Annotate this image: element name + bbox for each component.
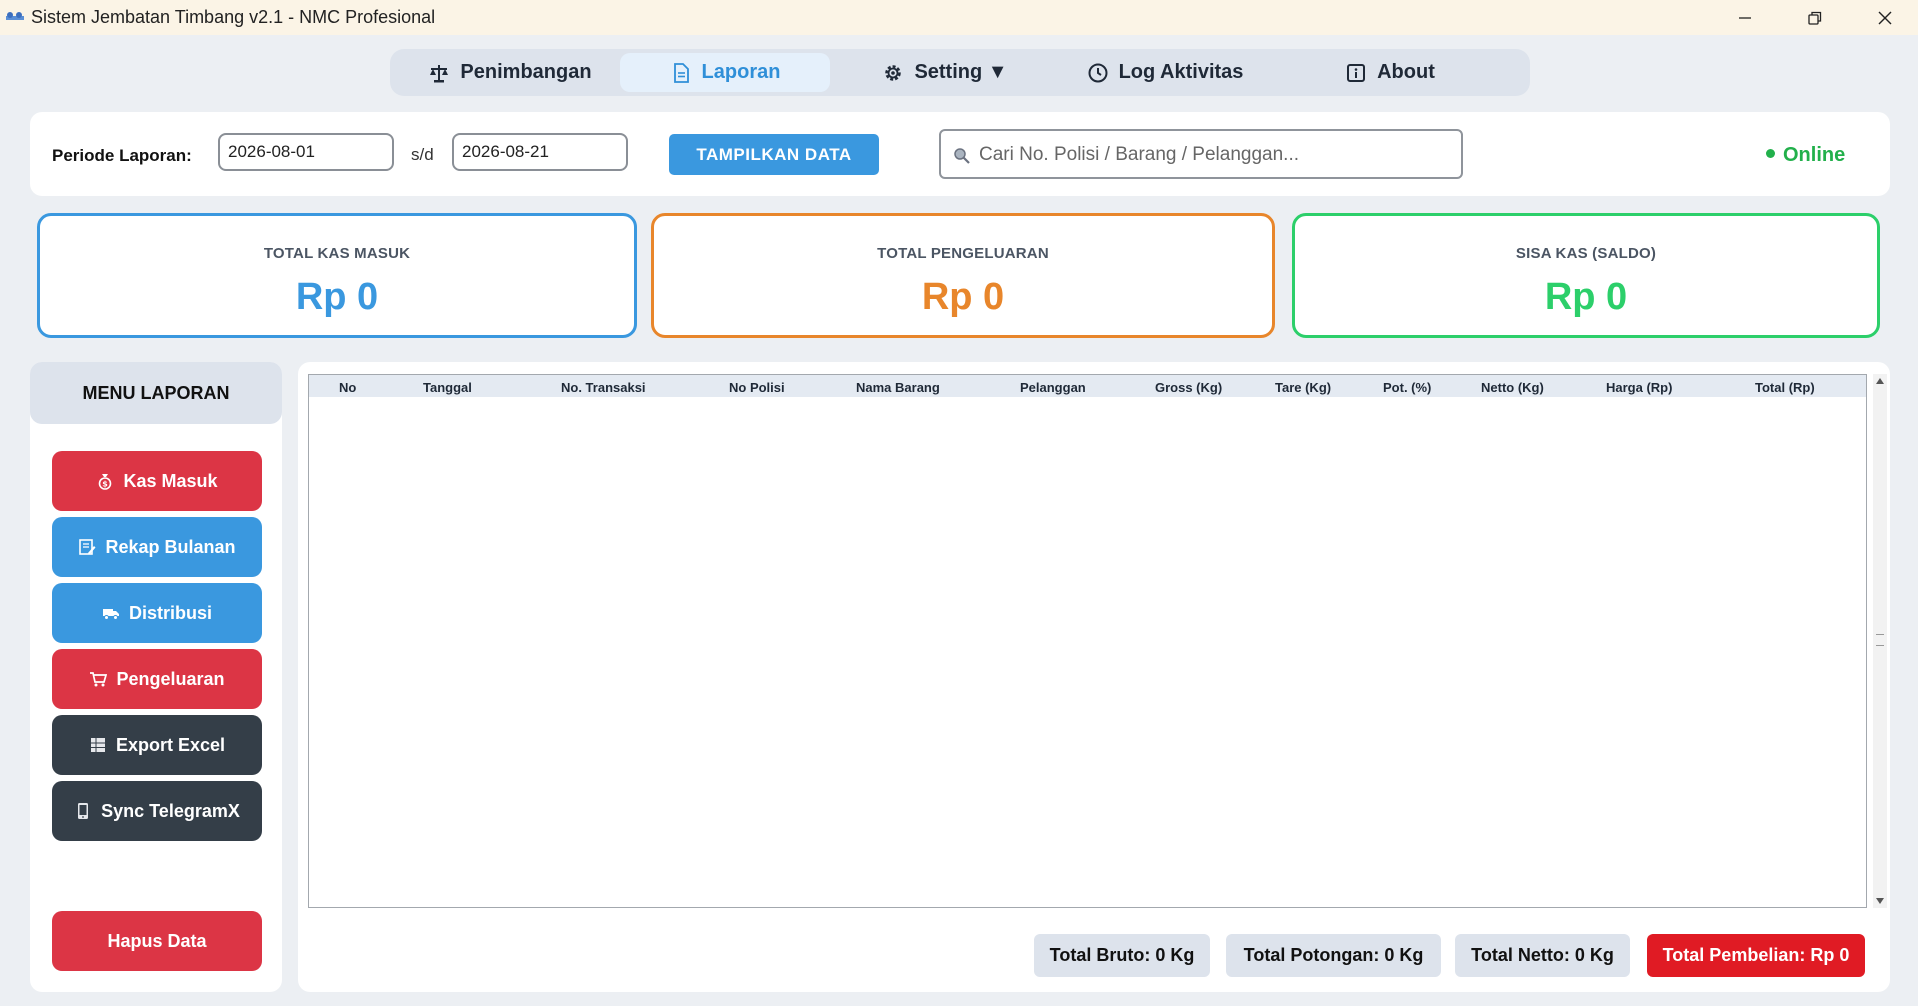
rekap-bulanan-button[interactable]: Rekap Bulanan — [52, 517, 262, 577]
card-total-kas-masuk: TOTAL KAS MASUK Rp 0 — [37, 213, 637, 338]
connection-status: Online — [1766, 144, 1845, 167]
scroll-grip-icon[interactable] — [1876, 634, 1884, 646]
show-data-button[interactable]: TAMPILKAN DATA — [669, 134, 879, 175]
restore-icon — [1808, 11, 1822, 25]
scroll-down-icon[interactable] — [1876, 898, 1884, 904]
total-netto: Total Netto: 0 Kg — [1455, 934, 1630, 977]
distribusi-button[interactable]: Distribusi — [52, 583, 262, 643]
card-value: Rp 0 — [921, 276, 1005, 318]
column-header-no-transaksi[interactable]: No. Transaksi — [561, 380, 646, 395]
tab-label: Laporan — [701, 61, 781, 83]
tab-log-aktivitas[interactable]: Log Aktivitas — [1060, 53, 1270, 92]
tab-setting[interactable]: Setting ▼ — [850, 53, 1040, 92]
export-excel-button[interactable]: Export Excel — [52, 715, 262, 775]
report-table[interactable]: No Tanggal No. Transaksi No Polisi Nama … — [308, 374, 1867, 908]
search-icon — [954, 148, 970, 164]
minimize-icon — [1739, 16, 1751, 19]
money-bag-icon: $ — [99, 474, 112, 490]
tab-label: About — [1377, 61, 1435, 83]
search-input[interactable] — [977, 139, 1451, 171]
report-menu-title: MENU LAPORAN — [30, 362, 282, 424]
status-dot-icon — [1766, 149, 1775, 159]
total-potongan: Total Potongan: 0 Kg — [1226, 934, 1441, 977]
tab-label: Penimbangan — [460, 61, 592, 83]
column-header-tanggal[interactable]: Tanggal — [423, 380, 472, 395]
column-header-nama-barang[interactable]: Nama Barang — [856, 380, 940, 395]
card-value: Rp 0 — [295, 276, 379, 318]
column-header-netto[interactable]: Netto (Kg) — [1481, 380, 1544, 395]
restore-button[interactable] — [1785, 0, 1845, 35]
main-nav: Penimbangan Laporan Setting ▼ Log Aktivi… — [390, 49, 1530, 96]
document-icon — [673, 62, 689, 83]
hapus-data-button[interactable]: Hapus Data — [52, 911, 262, 971]
gear-icon — [885, 64, 902, 81]
minimize-button[interactable] — [1715, 0, 1775, 35]
search-box[interactable] — [939, 129, 1463, 179]
pengeluaran-button[interactable]: Pengeluaran — [52, 649, 262, 709]
spreadsheet-icon — [90, 738, 105, 752]
table-scrollbar[interactable] — [1873, 374, 1887, 908]
column-header-total[interactable]: Total (Rp) — [1755, 380, 1815, 395]
column-header-tare[interactable]: Tare (Kg) — [1275, 380, 1331, 395]
window-title: Sistem Jembatan Timbang v2.1 - NMC Profe… — [31, 7, 436, 27]
card-sisa-kas: SISA KAS (SALDO) Rp 0 — [1292, 213, 1880, 338]
phone-icon — [78, 803, 89, 819]
total-pembelian: Total Pembelian: Rp 0 — [1647, 934, 1865, 977]
menu-label: Rekap Bulanan — [105, 536, 236, 557]
close-button[interactable] — [1855, 0, 1915, 35]
column-header-harga[interactable]: Harga (Rp) — [1606, 380, 1672, 395]
app-icon — [6, 12, 24, 20]
sync-telegram-button[interactable]: Sync TelegramX — [52, 781, 262, 841]
total-bruto: Total Bruto: 0 Kg — [1034, 934, 1210, 977]
scale-icon — [430, 64, 449, 82]
status-text: Online — [1783, 144, 1846, 166]
report-menu: MENU LAPORAN $ Kas Masuk Rekap Bulanan D… — [30, 362, 282, 992]
periode-label: Periode Laporan: — [52, 146, 192, 165]
tab-laporan[interactable]: Laporan — [620, 53, 830, 92]
date-from-field[interactable] — [218, 133, 394, 171]
menu-label: Export Excel — [115, 734, 226, 755]
cart-icon — [90, 672, 108, 687]
tab-label: Setting ▼ — [914, 61, 1008, 83]
info-icon — [1347, 63, 1366, 82]
tab-label: Log Aktivitas — [1118, 61, 1244, 83]
menu-label: Sync TelegramX — [101, 800, 240, 821]
column-header-gross[interactable]: Gross (Kg) — [1155, 380, 1222, 395]
card-label: SISA KAS (SALDO) — [1515, 245, 1657, 262]
close-icon — [1878, 11, 1892, 24]
menu-label: Kas Masuk — [123, 470, 218, 491]
date-to-field[interactable] — [452, 133, 628, 171]
title-bar: Sistem Jembatan Timbang v2.1 - NMC Profe… — [0, 0, 1918, 35]
kas-masuk-button[interactable]: $ Kas Masuk — [52, 451, 262, 511]
memo-icon — [79, 539, 96, 555]
column-header-pelanggan[interactable]: Pelanggan — [1020, 380, 1086, 395]
menu-label: Pengeluaran — [116, 668, 225, 689]
column-header-no[interactable]: No — [339, 380, 356, 395]
tab-penimbangan[interactable]: Penimbangan — [410, 53, 610, 92]
column-header-no-polisi[interactable]: No Polisi — [729, 380, 785, 395]
card-label: TOTAL PENGELUARAN — [877, 245, 1049, 262]
clock-icon — [1088, 63, 1108, 82]
report-table-panel: No Tanggal No. Transaksi No Polisi Nama … — [298, 362, 1890, 992]
truck-icon — [102, 609, 119, 620]
svg-text:$: $ — [103, 480, 109, 489]
column-header-potongan[interactable]: Pot. (%) — [1383, 380, 1431, 395]
date-separator: s/d — [411, 145, 434, 164]
scroll-up-icon[interactable] — [1876, 378, 1884, 384]
tab-about[interactable]: About — [1290, 53, 1490, 92]
menu-label: Distribusi — [128, 602, 212, 623]
card-label: TOTAL KAS MASUK — [263, 245, 411, 262]
table-header: No Tanggal No. Transaksi No Polisi Nama … — [309, 375, 1866, 397]
card-total-pengeluaran: TOTAL PENGELUARAN Rp 0 — [651, 213, 1275, 338]
card-value: Rp 0 — [1544, 276, 1628, 318]
filter-bar: Periode Laporan: s/d TAMPILKAN DATA Onli… — [30, 112, 1890, 196]
